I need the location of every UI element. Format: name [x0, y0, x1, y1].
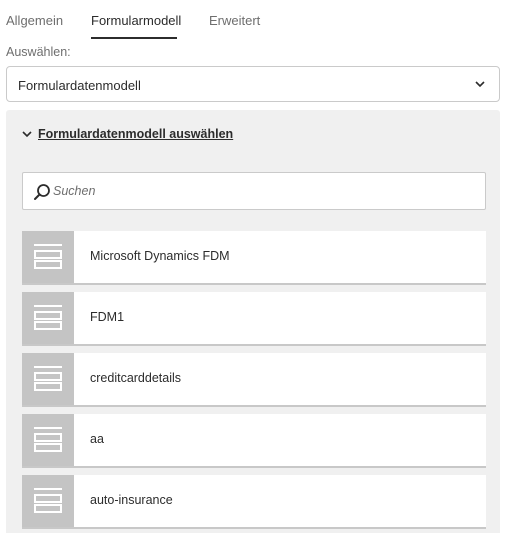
tab-erweitert[interactable]: Erweitert: [209, 13, 260, 28]
tab-formularmodell[interactable]: Formularmodell: [91, 13, 181, 28]
search-input[interactable]: [53, 173, 473, 209]
item-thumbnail: [22, 475, 74, 527]
item-thumbnail: [22, 414, 74, 466]
select-value: Formulardatenmodell: [18, 78, 141, 93]
active-tab-indicator: [91, 37, 177, 39]
data-model-icon: [34, 366, 62, 391]
data-model-icon: [34, 244, 62, 269]
model-type-select[interactable]: Formulardatenmodell: [6, 66, 500, 102]
tab-allgemein[interactable]: Allgemein: [6, 13, 63, 28]
search-icon: [34, 184, 50, 200]
data-model-icon: [34, 305, 62, 330]
search-box: [22, 172, 486, 210]
item-thumbnail: [22, 292, 74, 344]
item-label: auto-insurance: [90, 493, 173, 507]
accordion-title: Formulardatenmodell auswählen: [38, 127, 234, 141]
accordion-header[interactable]: Formulardatenmodell auswählen: [22, 127, 233, 141]
item-label: Microsoft Dynamics FDM: [90, 249, 230, 263]
list-item[interactable]: FDM1: [22, 292, 486, 344]
item-thumbnail: [22, 231, 74, 283]
list-item[interactable]: auto-insurance: [22, 475, 486, 527]
select-label: Auswählen:: [6, 45, 71, 59]
data-model-icon: [34, 427, 62, 452]
list-item[interactable]: Microsoft Dynamics FDM: [22, 231, 486, 283]
list-item[interactable]: creditcarddetails: [22, 353, 486, 405]
model-selection-panel: Formulardatenmodell auswählen Microsoft …: [6, 110, 500, 533]
item-label: aa: [90, 432, 104, 446]
item-label: creditcarddetails: [90, 371, 182, 385]
data-model-icon: [34, 488, 62, 513]
list-item[interactable]: aa: [22, 414, 486, 466]
item-thumbnail: [22, 353, 74, 405]
chevron-down-icon: [475, 81, 485, 88]
tab-bar: Allgemein Formularmodell Erweitert: [0, 0, 510, 44]
chevron-down-icon: [22, 131, 32, 138]
item-label: FDM1: [90, 310, 125, 324]
